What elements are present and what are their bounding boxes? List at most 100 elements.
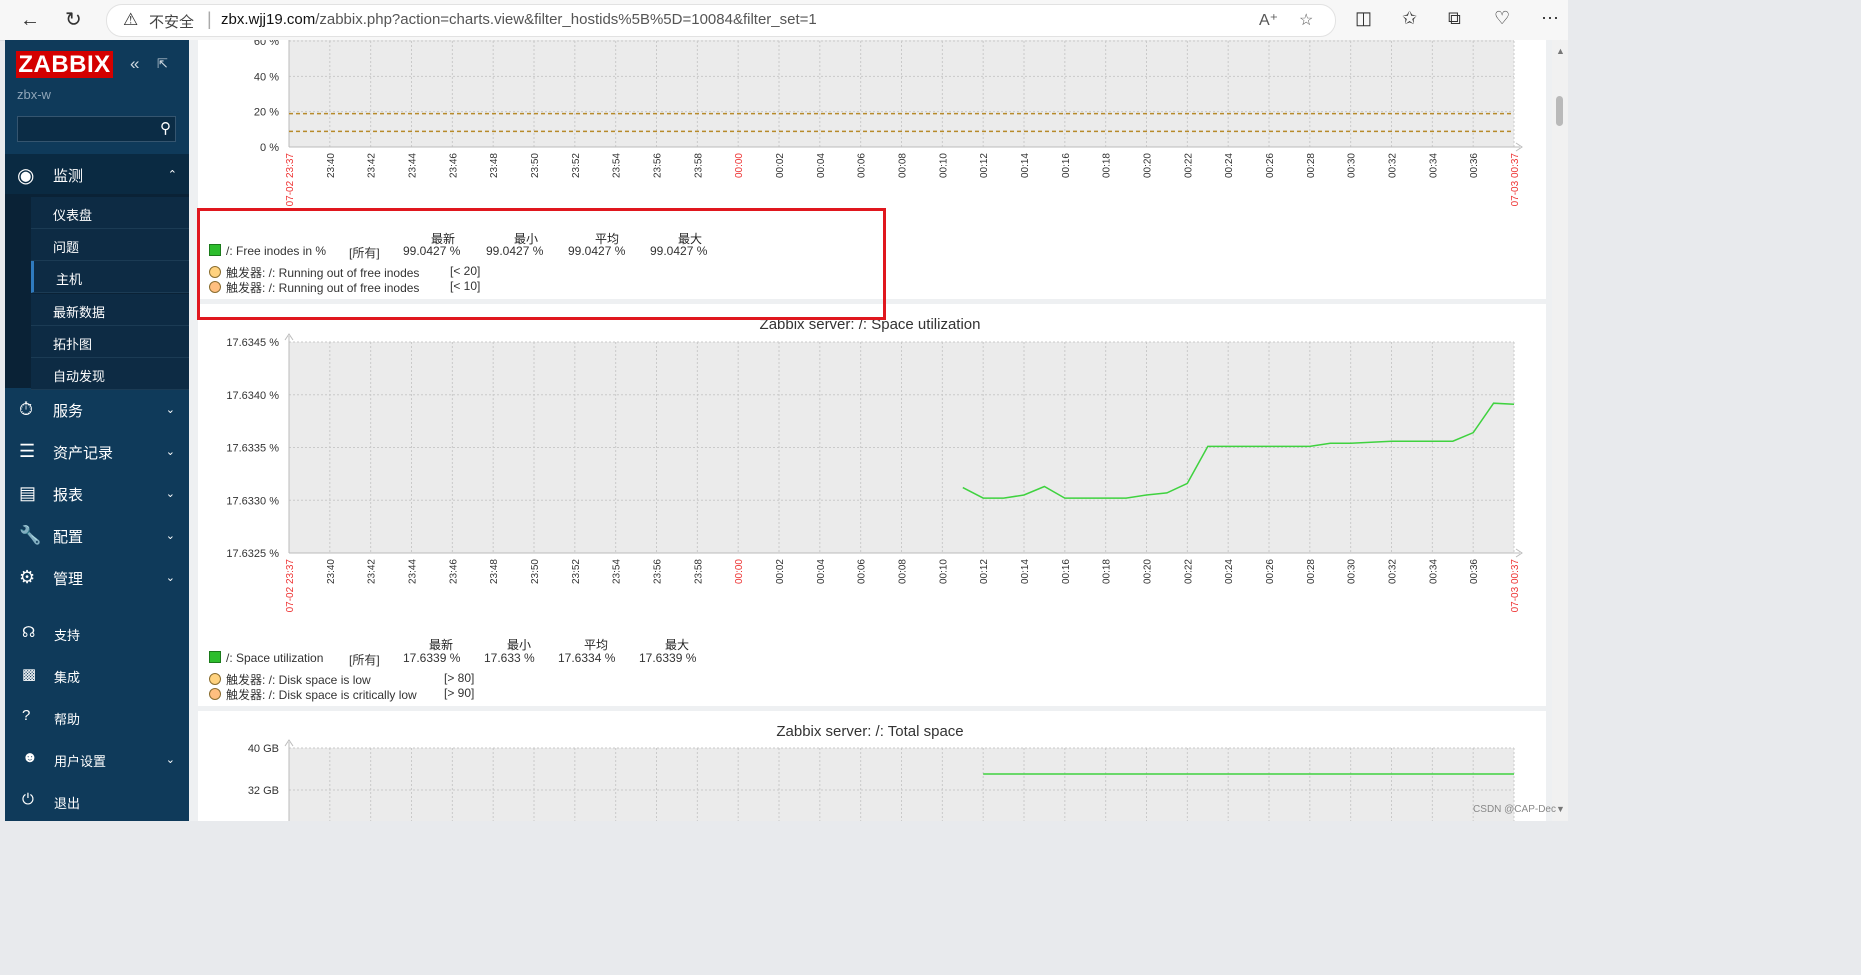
kiosk-mode-icon[interactable]: ⇱ [157, 56, 168, 72]
split-screen-icon[interactable]: ◫ [1355, 8, 1372, 29]
chevron-down-icon: ⌄ [165, 572, 175, 584]
url-text[interactable]: zbx.wjj19.com/zabbix.php?action=charts.v… [221, 11, 817, 28]
menu-sign-out[interactable]: ⏻ 退出 [5, 783, 189, 819]
submenu-problems[interactable]: 问题 [31, 229, 189, 261]
x-tick-label: 00:08 [898, 559, 909, 584]
x-tick-label: 23:52 [571, 559, 582, 584]
x-tick-label: 07-03 00:37 [1510, 153, 1521, 207]
x-tick-label: 00:14 [1020, 559, 1031, 584]
x-tick-label: 00:30 [1347, 559, 1358, 584]
submenu-discovery[interactable]: 自动发现 [31, 358, 189, 390]
wrench-icon: 🔧 [19, 525, 42, 545]
x-tick-label: 23:58 [693, 559, 704, 584]
trigger-dot-icon [209, 673, 221, 685]
x-tick-label: 00:36 [1469, 559, 1480, 584]
menu-reports[interactable]: ▤ 报表 ⌄ [5, 473, 189, 513]
x-tick-label: 23:50 [530, 559, 541, 584]
x-tick-label: 00:32 [1388, 559, 1399, 584]
x-tick-label: 00:20 [1143, 559, 1154, 584]
scroll-up-icon[interactable]: ▲ [1556, 46, 1565, 56]
chevron-down-icon: ⌄ [165, 446, 175, 458]
warning-icon: ⚠ [123, 10, 139, 29]
x-tick-label: 23:42 [367, 153, 378, 178]
address-bar[interactable]: ⚠ 不安全 | zbx.wjj19.com/zabbix.php?action=… [106, 4, 1336, 37]
x-tick-label: 23:54 [612, 153, 623, 178]
y-tick-label: 17.6325 % [226, 548, 279, 560]
y-tick-label: 17.6345 % [226, 337, 279, 349]
server-name: zbx-w [17, 87, 51, 102]
stopwatch-icon: ⏱ [19, 399, 34, 419]
x-tick-label: 00:18 [1102, 559, 1113, 584]
chevron-down-icon: ⌄ [165, 488, 175, 500]
x-tick-label: 00:28 [1306, 153, 1317, 178]
reload-icon[interactable]: ↻ [65, 8, 82, 32]
browser-toolbar: ← ↻ ⚠ 不安全 | zbx.wjj19.com/zabbix.php?act… [0, 0, 1568, 41]
highlight-annotation-box [197, 208, 886, 320]
menu-administration[interactable]: ⚙ 管理 ⌄ [5, 557, 189, 597]
back-icon[interactable]: ← [20, 8, 40, 32]
collapse-sidebar-icon[interactable]: « [130, 54, 139, 74]
watermark: CSDN @CAP-Dec [1473, 804, 1556, 815]
page-scrollbar[interactable]: ▲ ▼ [1552, 40, 1568, 821]
search-input[interactable]: ⚲ [17, 116, 176, 142]
x-tick-label: 00:30 [1347, 153, 1358, 178]
list-icon: ☰ [19, 441, 36, 461]
y-tick-label: 17.6330 % [226, 495, 279, 507]
chart-panel-space-utilization: Zabbix server: /: Space utilization 17.63… [198, 304, 1546, 706]
x-tick-label: 23:40 [326, 153, 337, 178]
sidebar: ZABBIX « ⇱ zbx-w ⚲ ◉ 监测 ⌃ 仪表盘 问题 主机 最新数据… [5, 40, 192, 821]
legend-trigger: 触发器: /: Disk space is critically low [209, 686, 417, 703]
submenu-maps[interactable]: 拓扑图 [31, 326, 189, 358]
x-tick-label: 00:14 [1020, 153, 1031, 178]
menu-support[interactable]: ☊ 支持 [5, 615, 189, 651]
x-tick-label: 00:26 [1265, 559, 1276, 584]
x-tick-label: 00:12 [979, 559, 990, 584]
scroll-down-icon[interactable]: ▼ [1556, 804, 1565, 814]
integrations-icon: ▩ [22, 666, 37, 683]
chevron-down-icon: ⌄ [165, 404, 175, 416]
read-aloud-icon[interactable]: A⁺ [1259, 10, 1278, 30]
x-tick-label: 00:02 [775, 153, 786, 178]
x-tick-label: 00:32 [1388, 153, 1399, 178]
y-tick-label: 40 GB [248, 743, 279, 755]
submenu-latest-data[interactable]: 最新数据 [31, 294, 189, 326]
browser-essentials-icon[interactable]: ♡ [1494, 8, 1510, 29]
x-tick-label: 23:48 [489, 559, 500, 584]
more-menu-icon[interactable]: ⋯ [1541, 8, 1559, 29]
menu-user-settings[interactable]: ☻ 用户设置 ⌄ [5, 741, 189, 777]
help-icon: ? [22, 707, 31, 724]
favorite-star-icon[interactable]: ☆ [1299, 10, 1313, 30]
x-tick-label: 00:12 [979, 153, 990, 178]
x-tick-label: 00:02 [775, 559, 786, 584]
x-tick-label: 00:24 [1224, 153, 1235, 178]
x-tick-label: 23:42 [367, 559, 378, 584]
submenu-dashboard[interactable]: 仪表盘 [31, 197, 189, 229]
menu-services[interactable]: ⏱ 服务 ⌄ [5, 389, 189, 429]
menu-help[interactable]: ? 帮助 [5, 699, 189, 735]
y-tick-label: 17.6340 % [226, 390, 279, 402]
bar-chart-icon: ▤ [19, 483, 37, 503]
x-tick-label: 00:00 [734, 559, 745, 584]
x-tick-label: 00:34 [1428, 153, 1439, 178]
chart-title: Zabbix server: /: Total space [776, 723, 963, 740]
submenu-hosts[interactable]: 主机 [31, 261, 192, 293]
search-icon[interactable]: ⚲ [160, 119, 171, 137]
space-legend: 最新 最小 平均 最大 /: Space utilization [所有] 17… [209, 636, 769, 706]
y-tick-label: 0 % [260, 142, 279, 154]
collections-icon[interactable]: ⧉ [1448, 8, 1461, 29]
chevron-down-icon: ⌄ [165, 754, 175, 766]
x-tick-label: 23:46 [448, 153, 459, 178]
zabbix-logo[interactable]: ZABBIX [16, 51, 113, 78]
scrollbar-thumb[interactable] [1556, 96, 1563, 126]
menu-monitoring[interactable]: ◉ 监测 ⌃ [5, 154, 189, 194]
x-tick-label: 00:04 [816, 559, 827, 584]
headset-icon: ☊ [22, 624, 36, 641]
x-tick-label: 23:44 [408, 153, 419, 178]
x-tick-label: 00:20 [1143, 153, 1154, 178]
menu-inventory[interactable]: ☰ 资产记录 ⌄ [5, 431, 189, 471]
favorites-icon[interactable]: ✩ [1402, 8, 1417, 29]
x-tick-label: 00:18 [1102, 153, 1113, 178]
menu-integrations[interactable]: ▩ 集成 [5, 657, 189, 693]
menu-configuration[interactable]: 🔧 配置 ⌄ [5, 515, 189, 555]
x-tick-label: 00:10 [938, 559, 949, 584]
